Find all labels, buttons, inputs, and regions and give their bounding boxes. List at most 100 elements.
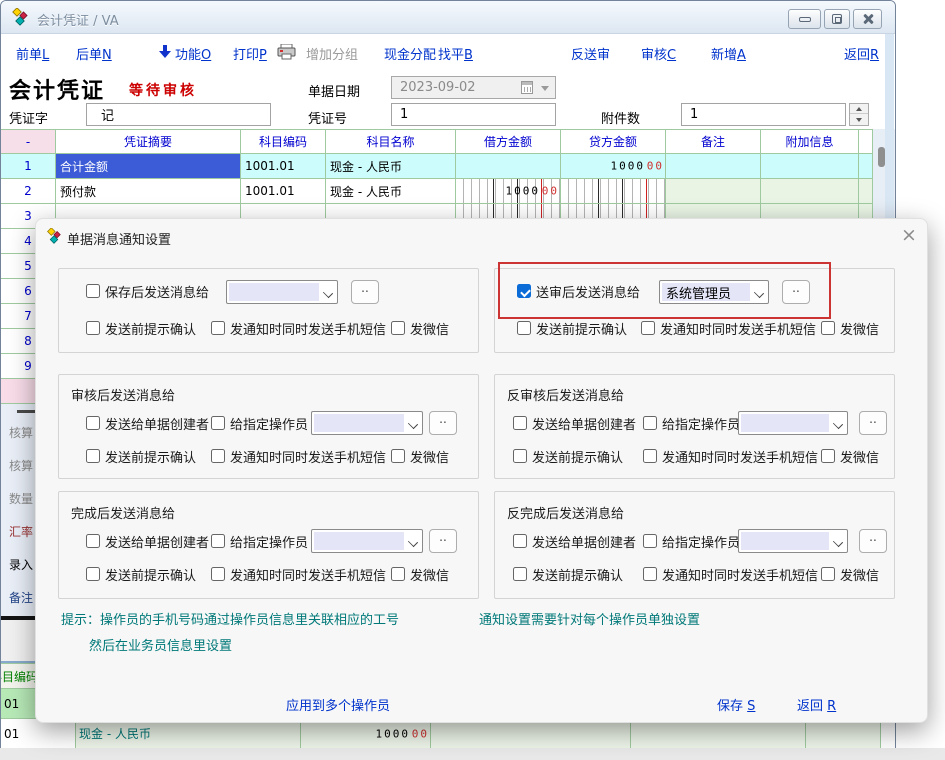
toolbar-return[interactable]: 返回R — [844, 44, 879, 62]
notification-settings-dialog: 单据消息通知设置 × 保存后发送消息给 .. 发送前提示确认 发通知时同时发送手… — [35, 218, 928, 723]
restore-button[interactable] — [824, 9, 850, 29]
attachment-count-label: 附件数 — [601, 108, 640, 127]
toolbar-new[interactable]: 新增A — [711, 44, 746, 62]
attachment-count-input[interactable] — [681, 103, 846, 126]
complete-creator-checkbox[interactable]: 发送给单据创建者 — [86, 533, 209, 549]
date-picker[interactable]: 2023-09-02 — [391, 76, 556, 99]
bottom-grid-cell-credit[interactable] — [431, 719, 631, 749]
grid-cell-account-code[interactable]: 1001.01 — [241, 179, 326, 204]
toolbar-print[interactable]: 打印P — [233, 44, 267, 62]
grid-cell-account-name[interactable]: 现金 - 人民币 — [326, 179, 456, 204]
grid-cell-debit[interactable]: 100000 — [456, 179, 561, 204]
submit-notify-checkbox[interactable]: 送审后发送消息给 — [517, 283, 640, 299]
save-sms-checkbox[interactable]: 发通知时同时发送手机短信 — [211, 320, 386, 336]
toolbar-functions[interactable]: 功能O — [175, 44, 211, 62]
submit-notify-browse-button[interactable]: .. — [782, 280, 810, 304]
audit-operator-combo[interactable] — [311, 411, 423, 435]
uncomplete-creator-checkbox[interactable]: 发送给单据创建者 — [513, 533, 636, 549]
grid-cell-summary[interactable]: 预付款 — [56, 179, 241, 204]
scrollbar-thumb[interactable] — [878, 147, 885, 167]
unaudit-creator-checkbox[interactable]: 发送给单据创建者 — [513, 415, 636, 431]
unaudit-operator-combo[interactable] — [738, 411, 848, 435]
grid-cell-credit[interactable] — [561, 179, 666, 204]
grid-cell-account-name[interactable]: 现金 - 人民币 — [326, 154, 456, 179]
bottom-grid-cell-account-name[interactable]: 现金 - 人民币 — [76, 719, 301, 749]
restore-icon — [832, 14, 842, 24]
submit-confirm-checkbox[interactable]: 发送前提示确认 — [517, 320, 627, 336]
toolbar-unsubmit[interactable]: 反送审 — [571, 44, 610, 62]
toolbar-audit[interactable]: 审核C — [641, 44, 676, 62]
uncomplete-wechat-checkbox[interactable]: 发微信 — [821, 566, 879, 582]
toolbar-next-voucher[interactable]: 后单N — [76, 44, 112, 62]
uncomplete-operator-checkbox[interactable]: 给指定操作员 — [643, 533, 740, 549]
unaudit-browse-button[interactable]: .. — [859, 411, 887, 435]
save-button[interactable]: 保存 S — [717, 695, 755, 714]
grid-cell-extra-info[interactable] — [761, 154, 859, 179]
grid-cell-credit[interactable]: 100000 — [561, 154, 666, 179]
save-confirm-checkbox[interactable]: 发送前提示确认 — [86, 320, 196, 336]
complete-browse-button[interactable]: .. — [429, 529, 457, 553]
audit-operator-checkbox[interactable]: 给指定操作员 — [211, 415, 308, 431]
submit-notify-recipient-combo[interactable]: 系统管理员 — [659, 280, 769, 304]
grid-cell-summary[interactable]: 合计金额 — [56, 154, 241, 179]
grid-cell-remark[interactable] — [666, 179, 761, 204]
audit-confirm-checkbox[interactable]: 发送前提示确认 — [86, 448, 196, 464]
checkbox-icon — [86, 284, 100, 298]
uncomplete-operator-combo[interactable] — [738, 529, 848, 553]
uncomplete-confirm-checkbox[interactable]: 发送前提示确认 — [513, 566, 623, 582]
dialog-close-icon[interactable]: × — [897, 223, 921, 247]
voucher-word-input[interactable] — [86, 103, 271, 126]
down-arrow-icon — [159, 45, 171, 59]
title-bar: 会计凭证 / VA — [1, 1, 895, 34]
complete-operator-checkbox[interactable]: 给指定操作员 — [211, 533, 308, 549]
stepper-down-button[interactable] — [850, 115, 868, 125]
apply-to-operators-link[interactable]: 应用到多个操作员 — [286, 695, 390, 714]
printer-icon[interactable] — [277, 44, 296, 60]
save-notify-browse-button[interactable]: .. — [351, 280, 379, 304]
date-value: 2023-09-02 — [400, 80, 476, 95]
complete-wechat-checkbox[interactable]: 发微信 — [391, 566, 449, 582]
grid-header-debit: 借方金额 — [456, 129, 561, 154]
complete-sms-checkbox[interactable]: 发通知时同时发送手机短信 — [211, 566, 386, 582]
unaudit-confirm-checkbox[interactable]: 发送前提示确认 — [513, 448, 623, 464]
row-number[interactable]: 2 — [1, 179, 56, 204]
complete-operator-combo[interactable] — [311, 529, 423, 553]
minimize-button[interactable] — [788, 9, 821, 29]
chevron-down-icon — [541, 86, 549, 91]
voucher-number-input[interactable] — [391, 103, 556, 126]
back-button[interactable]: 返回 R — [797, 695, 836, 714]
up-arrow-icon — [856, 107, 862, 111]
toolbar-prev-voucher[interactable]: 前单L — [16, 44, 49, 62]
audit-creator-checkbox[interactable]: 发送给单据创建者 — [86, 415, 209, 431]
uncomplete-sms-checkbox[interactable]: 发通知时同时发送手机短信 — [643, 566, 818, 582]
audit-browse-button[interactable]: .. — [429, 411, 457, 435]
stepper-up-button[interactable] — [850, 104, 868, 114]
grid-cell-debit[interactable] — [456, 154, 561, 179]
toolbar-balance[interactable]: 找平B — [438, 44, 473, 62]
complete-confirm-checkbox[interactable]: 发送前提示确认 — [86, 566, 196, 582]
close-button[interactable] — [853, 9, 882, 29]
bottom-grid-cell-code[interactable]: 01 — [1, 719, 76, 749]
grid-cell-account-code[interactable]: 1001.01 — [241, 154, 326, 179]
toolbar-cash-allocate[interactable]: 现金分配 — [384, 44, 436, 62]
uncomplete-browse-button[interactable]: .. — [859, 529, 887, 553]
unaudit-sms-checkbox[interactable]: 发通知时同时发送手机短信 — [643, 448, 818, 464]
unaudit-operator-checkbox[interactable]: 给指定操作员 — [643, 415, 740, 431]
submit-sms-checkbox[interactable]: 发通知时同时发送手机短信 — [641, 320, 816, 336]
unaudit-wechat-checkbox[interactable]: 发微信 — [821, 448, 879, 464]
grid-cell-remark[interactable] — [666, 154, 761, 179]
audit-sms-checkbox[interactable]: 发通知时同时发送手机短信 — [211, 448, 386, 464]
group-title: 反审核后发送消息给 — [507, 385, 624, 404]
save-wechat-checkbox[interactable]: 发微信 — [391, 320, 449, 336]
row-number[interactable]: 1 — [1, 154, 56, 179]
down-arrow-icon — [856, 118, 862, 122]
audit-wechat-checkbox[interactable]: 发微信 — [391, 448, 449, 464]
date-label: 单据日期 — [308, 81, 360, 100]
save-notify-checkbox[interactable]: 保存后发送消息给 — [86, 283, 209, 299]
save-notify-recipient-combo[interactable] — [226, 280, 338, 304]
bottom-grid-cell-debit[interactable]: 100000 — [301, 719, 431, 749]
toolbar-add-group[interactable]: 增加分组 — [306, 44, 358, 62]
submit-wechat-checkbox[interactable]: 发微信 — [821, 320, 879, 336]
grid-header-partial — [859, 129, 873, 154]
grid-cell-extra-info[interactable] — [761, 179, 859, 204]
